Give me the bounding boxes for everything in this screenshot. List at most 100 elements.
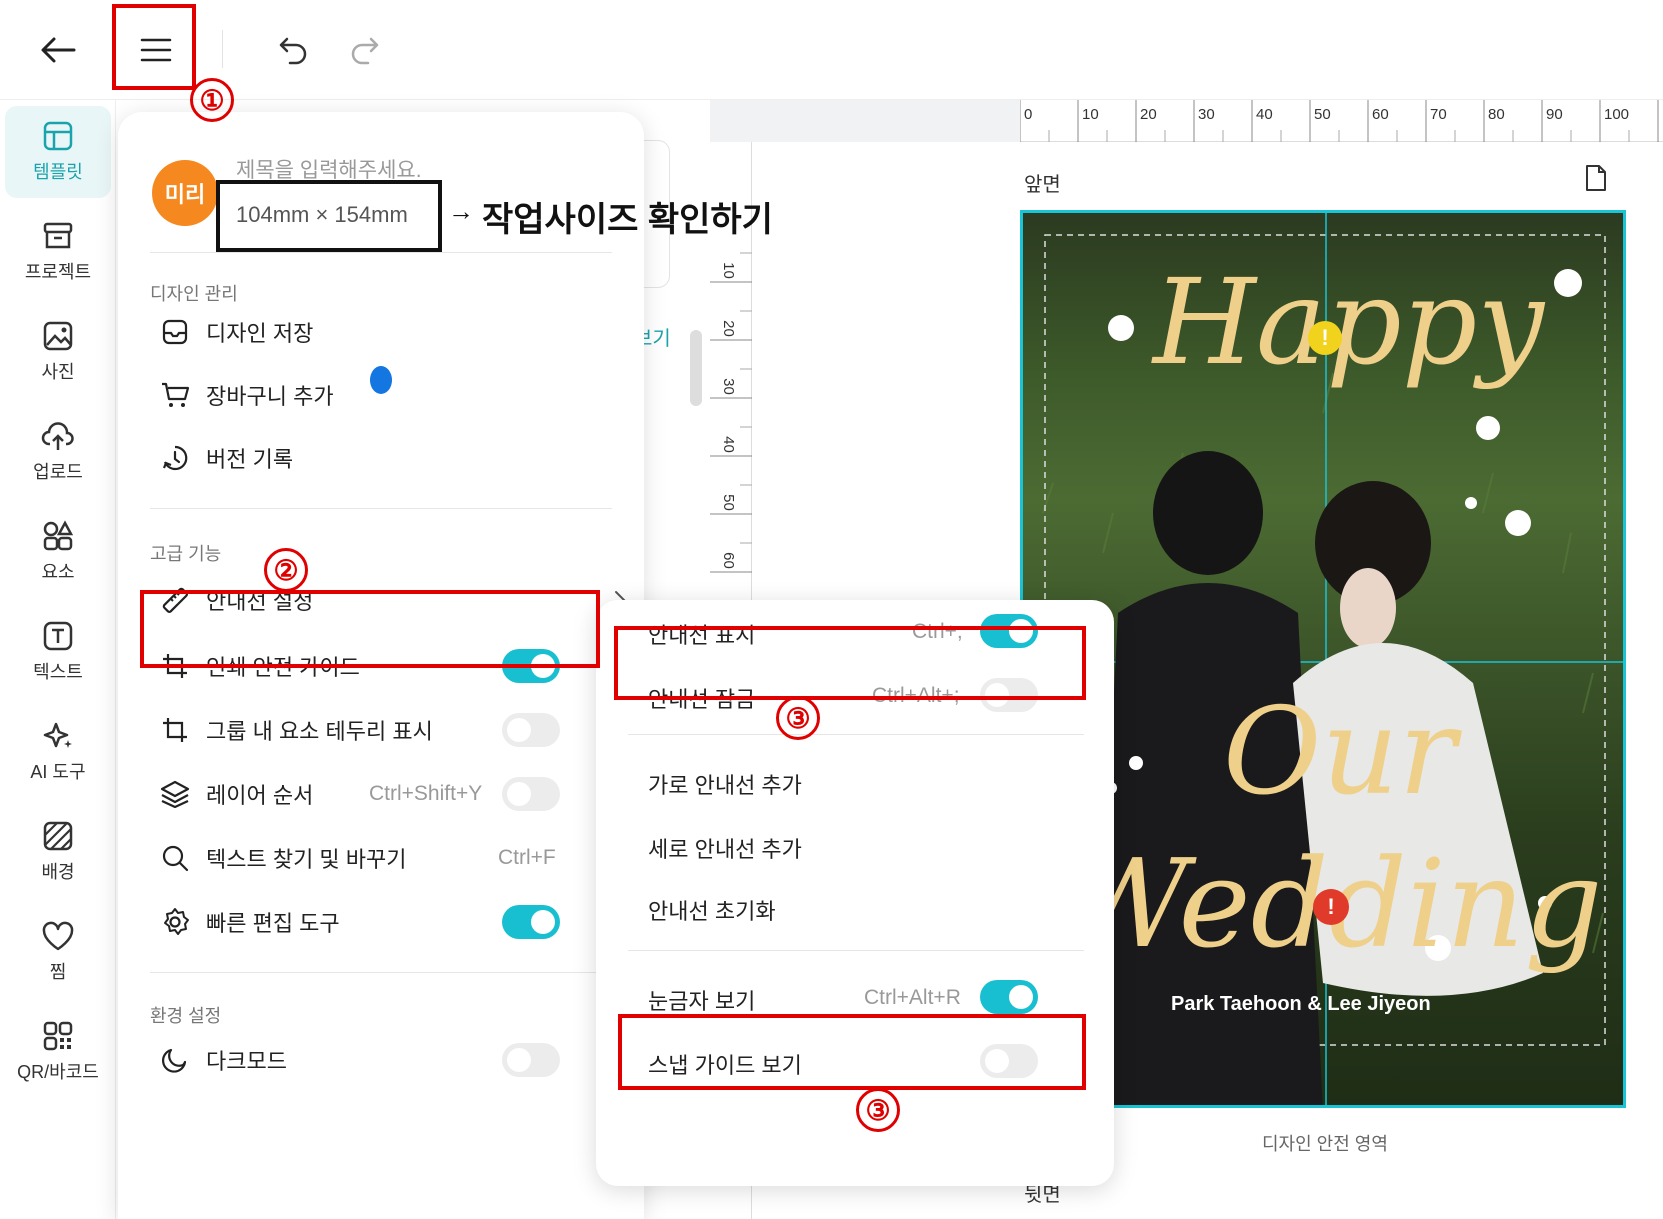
menu-item-save-design[interactable]: 디자인 저장 (158, 304, 628, 360)
section-env-heading: 환경 설정 (150, 1006, 222, 1026)
sidebar-item-label: 업로드 (33, 462, 83, 482)
menu-item-add-cart[interactable]: 장바구니 추가 (158, 367, 628, 423)
ruler-label: 70 (1430, 106, 1447, 123)
annotation-arrow: → (448, 196, 474, 226)
sidebar-item-label: QR/바코드 (17, 1062, 99, 1082)
sidebar-item-label: 텍스트 (33, 662, 83, 682)
submenu-item-reset-guides[interactable]: 안내선 초기화 (648, 894, 776, 926)
warning-badge-icon[interactable]: ! (1308, 321, 1342, 355)
ruler-label: 0 (1024, 106, 1033, 123)
horizontal-ruler: 0 10 20 30 40 50 60 70 80 90 100 (1020, 100, 1663, 142)
toggle-layer-order[interactable] (502, 777, 560, 811)
save-icon (158, 315, 192, 349)
design-text-happy[interactable]: Happy (1153, 253, 1544, 391)
back-button[interactable] (28, 20, 88, 80)
sidebar-item-background[interactable]: 배경 (5, 806, 111, 898)
layers-icon (158, 777, 192, 811)
ruler-label: 90 (1546, 106, 1563, 123)
ruler-label: 100 (1604, 106, 1630, 123)
left-sidebar: 템플릿 프로젝트 사진 업로드 요소 텍스트 AI 도구 배경 찜 QR/바코드 (0, 100, 116, 1219)
menu-item-label: 장바구니 추가 (206, 384, 334, 409)
section-design-heading: 디자인 관리 (150, 284, 238, 304)
menu-item-find-replace[interactable]: 텍스트 찾기 및 바꾸기 (158, 830, 628, 886)
sidebar-item-label: AI 도구 (30, 762, 86, 782)
arrow-left-icon (41, 37, 76, 63)
menu-item-label: 텍스트 찾기 및 바꾸기 (206, 847, 407, 872)
page-copy-icon[interactable] (1584, 164, 1608, 197)
redo-button[interactable] (334, 20, 394, 80)
submenu-divider (628, 950, 1084, 951)
undo-icon (279, 37, 307, 65)
sidebar-item-ai-tool[interactable]: AI 도구 (5, 706, 111, 798)
shortcut-find-replace: Ctrl+F (498, 846, 556, 869)
sidebar-item-label: 템플릿 (33, 162, 83, 182)
menu-item-label: 버전 기록 (206, 447, 294, 472)
menu-item-label: 그룹 내 요소 테두리 표시 (206, 719, 433, 744)
sidebar-item-qr[interactable]: QR/바코드 (5, 1006, 111, 1098)
ruler-label: 80 (1488, 106, 1505, 123)
annotation-step-2: ② (264, 548, 308, 592)
annotation-step-1: ① (190, 78, 234, 122)
upload-icon (41, 422, 74, 450)
toggle-group-border[interactable] (502, 713, 560, 747)
annotation-box-menu (112, 4, 196, 90)
sidebar-item-favorites[interactable]: 찜 (5, 906, 111, 998)
sidebar-item-label: 프로젝트 (24, 262, 92, 282)
toggle-show-ruler[interactable] (980, 980, 1038, 1014)
annotation-box-show-ruler (618, 1014, 1086, 1090)
page-front-label: 앞면 (1024, 174, 1061, 196)
annotation-box-show-guides (614, 626, 1086, 700)
section-advanced-heading: 고급 기능 (150, 544, 222, 564)
submenu-item-add-horizontal[interactable]: 가로 안내선 추가 (648, 768, 802, 800)
toggle-quick-edit[interactable] (502, 905, 560, 939)
ruler-label: 30 (719, 378, 737, 395)
menu-divider (150, 972, 612, 973)
design-text-names[interactable]: Park Taehoon & Lee Jiyeon (1171, 993, 1431, 1016)
cart-icon (158, 378, 192, 412)
avatar: 미리 (152, 160, 218, 226)
top-toolbar (0, 0, 1663, 100)
submenu-item-show-ruler[interactable]: 눈금자 보기 (648, 984, 755, 1016)
design-text-our[interactable]: Our (1223, 683, 1456, 822)
submenu-item-add-vertical[interactable]: 세로 안내선 추가 (648, 832, 802, 864)
ruler-label: 40 (719, 436, 737, 453)
history-icon (158, 441, 192, 475)
menu-divider (150, 508, 612, 509)
shortcut-layer-order: Ctrl+Shift+Y (369, 782, 483, 805)
cursor-indicator (370, 366, 392, 394)
undo-button[interactable] (264, 20, 324, 80)
ruler-label: 10 (719, 262, 737, 279)
shortcut-show-ruler: Ctrl+Alt+R (864, 986, 961, 1009)
menu-item-label: 다크모드 (206, 1049, 287, 1074)
ai-tool-icon (43, 722, 72, 748)
sidebar-item-template[interactable]: 템플릿 (5, 106, 111, 198)
menu-item-version-history[interactable]: 버전 기록 (158, 430, 628, 486)
project-icon (43, 222, 73, 249)
sidebar-item-label: 사진 (41, 362, 75, 382)
sidebar-item-upload[interactable]: 업로드 (5, 406, 111, 498)
redo-icon (351, 37, 379, 65)
error-badge-icon[interactable]: ! (1313, 889, 1349, 925)
photo-icon (43, 321, 73, 351)
toolbar-divider (222, 30, 223, 68)
ruler-label: 60 (719, 552, 737, 569)
menu-item-label: 디자인 저장 (206, 321, 314, 346)
annotation-step-3a: ③ (776, 696, 820, 740)
gear-icon (158, 905, 192, 939)
hidden-panel-scrollbar[interactable] (690, 330, 702, 406)
annotation-size-note: 작업사이즈 확인하기 (482, 201, 773, 239)
sidebar-item-project[interactable]: 프로젝트 (5, 206, 111, 298)
toggle-dark-mode[interactable] (502, 1043, 560, 1077)
safe-area-label: 디자인 안전 영역 (1262, 1134, 1388, 1154)
text-icon (43, 621, 73, 651)
ruler-label: 50 (1314, 106, 1331, 123)
menu-item-label: 빠른 편집 도구 (206, 911, 340, 936)
elements-icon (43, 520, 74, 551)
crop-icon (158, 713, 192, 747)
sidebar-item-photo[interactable]: 사진 (5, 306, 111, 398)
sidebar-item-elements[interactable]: 요소 (5, 506, 111, 598)
sidebar-item-text[interactable]: 텍스트 (5, 606, 111, 698)
annotation-step-3b: ③ (856, 1088, 900, 1132)
ruler-label: 40 (1256, 106, 1273, 123)
annotation-box-guide-settings (140, 590, 600, 668)
